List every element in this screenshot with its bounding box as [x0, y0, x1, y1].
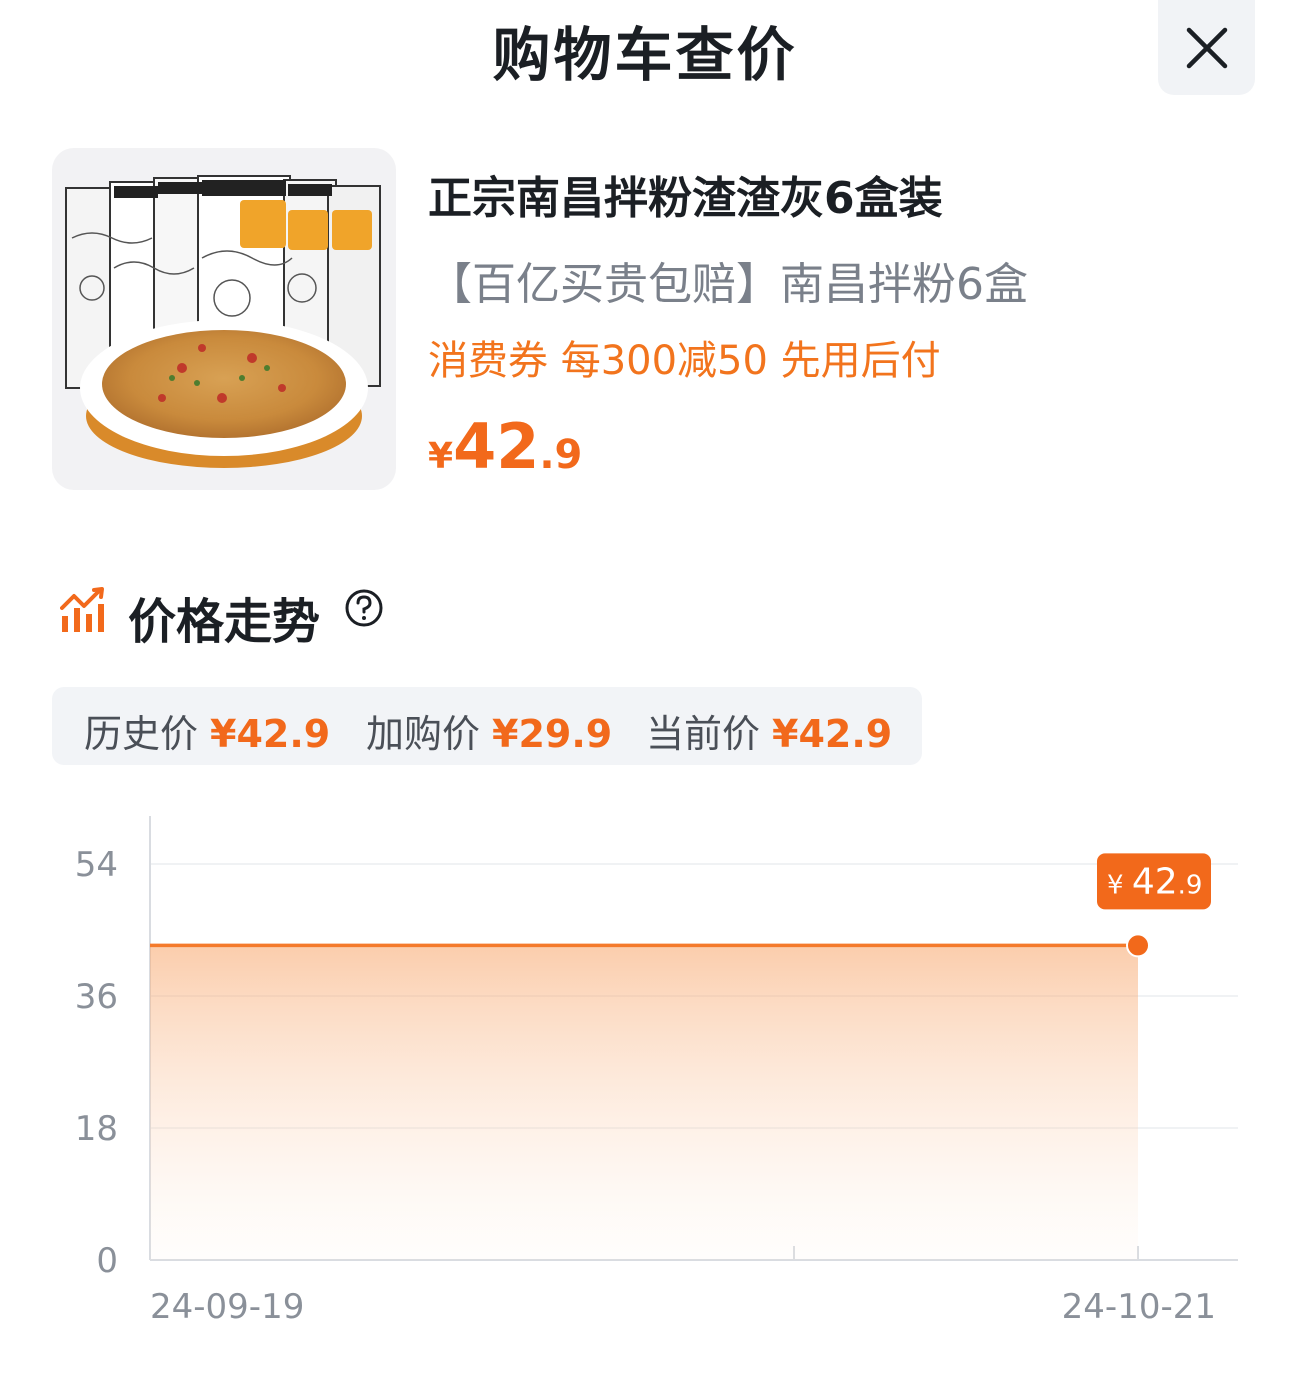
- y-tick-label: 18: [75, 1109, 118, 1149]
- cart-price: 加购价 ¥29.9: [366, 703, 612, 758]
- history-price-value: ¥42.9: [210, 712, 331, 756]
- price-decimal: .9: [539, 432, 583, 478]
- price-point: [1126, 933, 1150, 958]
- price-trend-chart: 0183654¥ 42.924-09-19 24-10-21: [75, 816, 1238, 1327]
- product-price: ¥42.9: [428, 410, 582, 483]
- y-tick-label: 54: [75, 845, 118, 885]
- cart-price-label: 加购价: [366, 712, 481, 756]
- help-icon[interactable]: [344, 588, 384, 628]
- history-price: 历史价 ¥42.9: [84, 703, 330, 758]
- close-icon: [1186, 27, 1228, 69]
- price-trend-title: 价格走势: [128, 594, 321, 650]
- y-tick-label: 0: [96, 1241, 118, 1281]
- price-summary: 历史价 ¥42.9 加购价 ¥29.9 当前价 ¥42.9: [52, 687, 922, 765]
- product-name[interactable]: 正宗南昌拌粉渣渣灰6盒装: [428, 162, 943, 226]
- page-title: 购物车查价: [492, 21, 798, 89]
- product-promo: 消费券 每300减50 先用后付: [428, 338, 941, 384]
- product-subtitle: 【百亿买贵包赔】南昌拌粉6盒: [428, 259, 1028, 310]
- product-image[interactable]: [52, 148, 396, 490]
- current-price-label: 当前价: [646, 712, 761, 756]
- price-integer: 42: [453, 410, 540, 483]
- x-tick-label: 24-10-21: [1062, 1287, 1216, 1327]
- current-price: 当前价 ¥42.9: [646, 703, 892, 758]
- history-price-label: 历史价: [84, 712, 199, 756]
- price-area: [150, 945, 1138, 1260]
- bar-chart-icon: [60, 587, 104, 632]
- y-tick-label: 36: [75, 977, 118, 1017]
- close-button[interactable]: [1158, 0, 1255, 95]
- price-symbol: ¥: [428, 436, 454, 477]
- x-tick-label: 24-09-19: [150, 1287, 304, 1327]
- current-price-value: ¥42.9: [772, 712, 893, 756]
- cart-price-value: ¥29.9: [492, 712, 613, 756]
